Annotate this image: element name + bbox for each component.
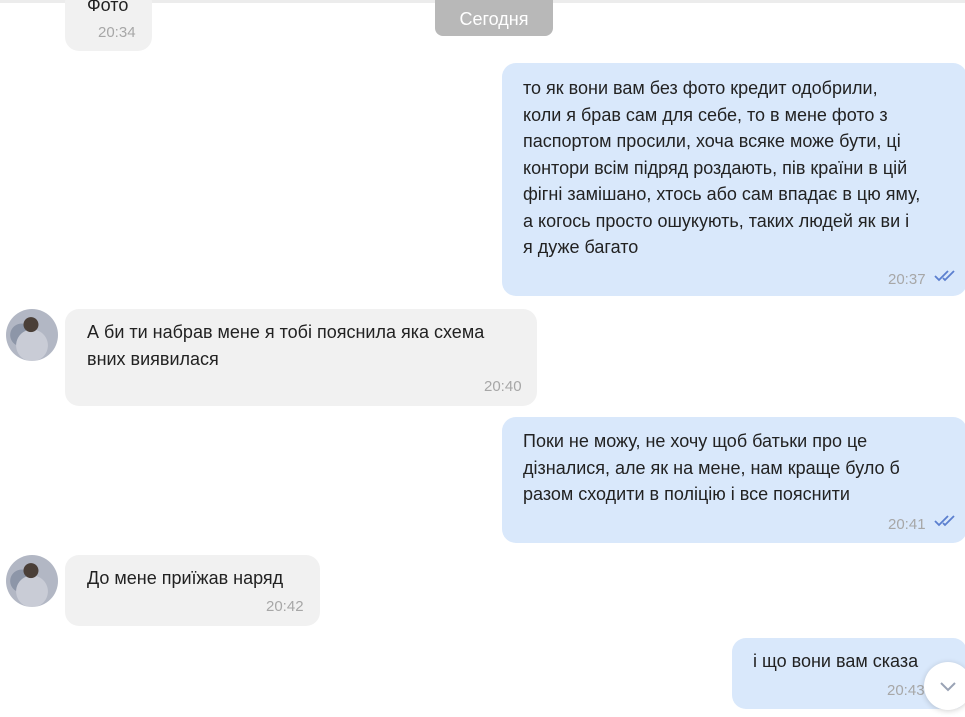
message-time: 20:42 <box>266 598 304 615</box>
message-text: то як вони вам без фото кредит одобрили,… <box>523 78 921 257</box>
incoming-message[interactable]: До мене приїжав наряд 20:42 <box>65 555 320 626</box>
message-text: і що вони вам сказа <box>753 651 919 671</box>
incoming-message[interactable]: Фото 20:34 <box>65 0 152 51</box>
arrow-down-icon <box>940 682 956 692</box>
message-text: Поки не можу, не хочу щоб батьки про це … <box>523 431 900 504</box>
incoming-message[interactable]: А би ти набрав мене я тобі пояснила яка … <box>65 309 537 406</box>
date-separator: Сегодня <box>435 0 553 36</box>
message-time: 20:41 <box>888 516 926 533</box>
scroll-down-button[interactable] <box>924 662 965 710</box>
message-text: Фото <box>87 0 129 15</box>
double-check-icon <box>934 515 955 527</box>
message-time: 20:40 <box>484 378 522 395</box>
contact-avatar[interactable] <box>6 309 58 361</box>
message-text: До мене приїжав наряд <box>87 568 284 588</box>
message-time: 20:37 <box>888 271 926 288</box>
message-time: 20:43 <box>887 682 925 699</box>
contact-avatar[interactable] <box>6 555 58 607</box>
message-text: А би ти набрав мене я тобі пояснила яка … <box>87 322 485 369</box>
outgoing-message[interactable]: то як вони вам без фото кредит одобрили,… <box>502 63 965 296</box>
double-check-icon <box>934 270 955 282</box>
outgoing-message[interactable]: Поки не можу, не хочу щоб батьки про це … <box>502 417 965 543</box>
message-time: 20:34 <box>98 24 136 41</box>
